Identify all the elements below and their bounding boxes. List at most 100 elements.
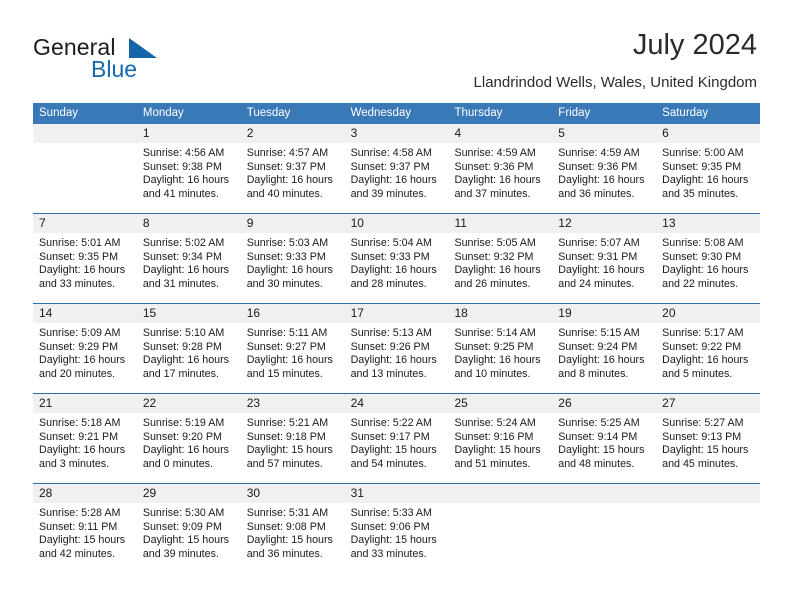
day-number[interactable]: 29 xyxy=(137,484,241,503)
day-cell[interactable]: Sunrise: 5:09 AM Sunset: 9:29 PM Daylight:… xyxy=(33,323,137,393)
daylight-text: Daylight: 15 hours xyxy=(454,444,541,457)
day-number[interactable]: 12 xyxy=(552,214,656,233)
day-cell[interactable]: Sunrise: 5:30 AM Sunset: 9:09 PM Daylight:… xyxy=(137,503,241,573)
daylight-text: Daylight: 15 hours xyxy=(246,444,333,457)
sunset-text: Sunset: 9:33 PM xyxy=(246,250,326,263)
day-number[interactable]: 5 xyxy=(552,124,656,143)
sunrise-text: Sunrise: 5:11 AM xyxy=(246,327,328,339)
day-number[interactable]: 3 xyxy=(345,124,449,143)
general-blue-logo[interactable]: General Blue xyxy=(33,28,253,88)
daylight-text-cont: and 3 minutes. xyxy=(39,458,110,471)
day-number[interactable]: 22 xyxy=(137,394,241,413)
day-cell[interactable]: Sunrise: 4:58 AM Sunset: 9:37 PM Daylight:… xyxy=(345,143,449,213)
day-detail-row: Sunrise: 4:56 AM Sunset: 9:38 PM Daylight:… xyxy=(33,143,760,213)
day-number[interactable]: 13 xyxy=(656,214,760,233)
day-cell[interactable]: Sunrise: 5:31 AM Sunset: 9:08 PM Daylight:… xyxy=(241,503,345,573)
sunrise-text: Sunrise: 5:28 AM xyxy=(39,507,121,519)
day-number[interactable]: 16 xyxy=(241,304,345,323)
sunrise-text: Sunrise: 5:25 AM xyxy=(558,417,640,429)
daylight-text: Daylight: 16 hours xyxy=(662,354,749,367)
day-cell[interactable]: Sunrise: 5:22 AM Sunset: 9:17 PM Daylight:… xyxy=(345,413,449,483)
day-detail-row: Sunrise: 5:28 AM Sunset: 9:11 PM Daylight:… xyxy=(33,503,760,573)
sunset-text: Sunset: 9:11 PM xyxy=(39,520,118,533)
calendar-week-row: 14 15 16 17 18 19 20 Sunrise: 5:09 AM Sunset: 9:… xyxy=(33,303,760,393)
day-number[interactable]: 6 xyxy=(656,124,760,143)
day-cell[interactable]: Sunrise: 4:56 AM Sunset: 9:38 PM Daylight:… xyxy=(137,143,241,213)
day-cell[interactable]: Sunrise: 5:24 AM Sunset: 9:16 PM Daylight:… xyxy=(448,413,552,483)
sunrise-text: Sunrise: 5:31 AM xyxy=(246,507,329,519)
day-number[interactable]: 1 xyxy=(137,124,241,143)
weekday-header-row: Sunday Monday Tuesday Wednesday Thursday Frid… xyxy=(33,103,760,124)
day-number[interactable]: 14 xyxy=(33,304,137,323)
daylight-text: Daylight: 15 hours xyxy=(350,444,437,457)
day-cell[interactable]: Sunrise: 5:02 AM Sunset: 9:34 PM Daylight:… xyxy=(137,233,241,303)
sunset-text: Sunset: 9:28 PM xyxy=(142,340,222,353)
day-cell[interactable]: Sunrise: 5:08 AM Sunset: 9:30 PM Daylight:… xyxy=(656,233,760,303)
day-cell[interactable]: Sunrise: 5:18 AM Sunset: 9:21 PM Daylight:… xyxy=(33,413,137,483)
day-number[interactable]: 10 xyxy=(345,214,449,233)
daylight-text-cont: and 26 minutes. xyxy=(454,278,531,291)
day-number[interactable]: 24 xyxy=(345,394,449,413)
day-cell[interactable]: Sunrise: 4:57 AM Sunset: 9:37 PM Daylight:… xyxy=(241,143,345,213)
day-cell[interactable]: Sunrise: 5:19 AM Sunset: 9:20 PM Daylight:… xyxy=(137,413,241,483)
daylight-text-cont: and 5 minutes. xyxy=(662,368,733,381)
day-cell[interactable]: Sunrise: 5:11 AM Sunset: 9:27 PM Daylight:… xyxy=(241,323,345,393)
calendar-week-row: 7 8 9 10 11 12 13 Sunrise: 5:01 AM Sunset: 9:35 … xyxy=(33,213,760,303)
sunrise-text: Sunrise: 5:00 AM xyxy=(662,147,744,159)
day-number[interactable]: 27 xyxy=(656,394,760,413)
day-number[interactable]: 30 xyxy=(241,484,345,503)
day-cell[interactable]: Sunrise: 5:15 AM Sunset: 9:24 PM Daylight:… xyxy=(552,323,656,393)
day-number[interactable]: 31 xyxy=(345,484,449,503)
day-number[interactable]: 20 xyxy=(656,304,760,323)
sunset-text: Sunset: 9:29 PM xyxy=(39,340,119,353)
day-cell[interactable]: Sunrise: 5:28 AM Sunset: 9:11 PM Daylight:… xyxy=(33,503,137,573)
day-cell[interactable]: Sunrise: 5:05 AM Sunset: 9:32 PM Daylight:… xyxy=(448,233,552,303)
day-number[interactable]: 4 xyxy=(448,124,552,143)
daylight-text-cont: and 10 minutes. xyxy=(454,368,531,381)
day-number[interactable]: 9 xyxy=(241,214,345,233)
sunrise-text: Sunrise: 5:27 AM xyxy=(662,417,744,429)
day-number-row: 21 22 23 24 25 26 27 xyxy=(33,394,760,413)
sunset-text: Sunset: 9:13 PM xyxy=(662,430,742,443)
day-cell[interactable]: Sunrise: 5:21 AM Sunset: 9:18 PM Daylight:… xyxy=(241,413,345,483)
day-cell[interactable]: Sunrise: 5:33 AM Sunset: 9:06 PM Daylight:… xyxy=(345,503,449,573)
daylight-text: Daylight: 16 hours xyxy=(350,264,437,277)
day-cell[interactable]: Sunrise: 4:59 AM Sunset: 9:36 PM Daylight:… xyxy=(448,143,552,213)
day-cell[interactable]: Sunrise: 5:27 AM Sunset: 9:13 PM Daylight:… xyxy=(656,413,760,483)
day-number[interactable]: 23 xyxy=(241,394,345,413)
sunset-text: Sunset: 9:33 PM xyxy=(350,250,430,263)
day-number[interactable]: 25 xyxy=(448,394,552,413)
day-number[interactable]: 17 xyxy=(345,304,449,323)
daylight-text-cont: and 30 minutes. xyxy=(246,278,323,291)
daylight-text-cont: and 36 minutes. xyxy=(246,548,323,561)
day-number[interactable]: 15 xyxy=(137,304,241,323)
day-cell[interactable]: Sunrise: 5:03 AM Sunset: 9:33 PM Daylight:… xyxy=(241,233,345,303)
day-number[interactable]: 11 xyxy=(448,214,552,233)
day-cell[interactable]: Sunrise: 5:25 AM Sunset: 9:14 PM Daylight:… xyxy=(552,413,656,483)
day-cell[interactable]: Sunrise: 5:04 AM Sunset: 9:33 PM Daylight:… xyxy=(345,233,449,303)
daylight-text: Daylight: 16 hours xyxy=(454,174,541,187)
day-number[interactable]: 28 xyxy=(33,484,137,503)
day-number-row: 14 15 16 17 18 19 20 xyxy=(33,304,760,323)
day-number[interactable]: 18 xyxy=(448,304,552,323)
day-number[interactable]: 21 xyxy=(33,394,137,413)
day-cell[interactable]: Sunrise: 4:59 AM Sunset: 9:36 PM Daylight:… xyxy=(552,143,656,213)
day-cell[interactable]: Sunrise: 5:07 AM Sunset: 9:31 PM Daylight:… xyxy=(552,233,656,303)
day-number[interactable]: 26 xyxy=(552,394,656,413)
day-number[interactable]: 8 xyxy=(137,214,241,233)
day-number[interactable]: 7 xyxy=(33,214,137,233)
day-cell[interactable]: Sunrise: 5:10 AM Sunset: 9:28 PM Daylight:… xyxy=(137,323,241,393)
day-cell[interactable]: Sunrise: 5:01 AM Sunset: 9:35 PM Daylight:… xyxy=(33,233,137,303)
sunset-text: Sunset: 9:17 PM xyxy=(350,430,430,443)
day-cell[interactable]: Sunrise: 5:00 AM Sunset: 9:35 PM Daylight:… xyxy=(656,143,760,213)
day-number[interactable]: 19 xyxy=(552,304,656,323)
daylight-text-cont: and 48 minutes. xyxy=(558,458,635,471)
day-number[interactable]: 2 xyxy=(241,124,345,143)
calendar-weeks: 1 2 3 4 5 6 Sunrise: 4:56 AM Sunset: 9:38 PM Day… xyxy=(33,124,760,573)
day-detail-row: Sunrise: 5:01 AM Sunset: 9:35 PM Daylight:… xyxy=(33,233,760,303)
daylight-text-cont: and 57 minutes. xyxy=(246,458,323,471)
sunset-text: Sunset: 9:24 PM xyxy=(558,340,638,353)
day-cell[interactable]: Sunrise: 5:13 AM Sunset: 9:26 PM Daylight:… xyxy=(345,323,449,393)
day-cell[interactable]: Sunrise: 5:14 AM Sunset: 9:25 PM Daylight:… xyxy=(448,323,552,393)
day-cell[interactable]: Sunrise: 5:17 AM Sunset: 9:22 PM Daylight:… xyxy=(656,323,760,393)
